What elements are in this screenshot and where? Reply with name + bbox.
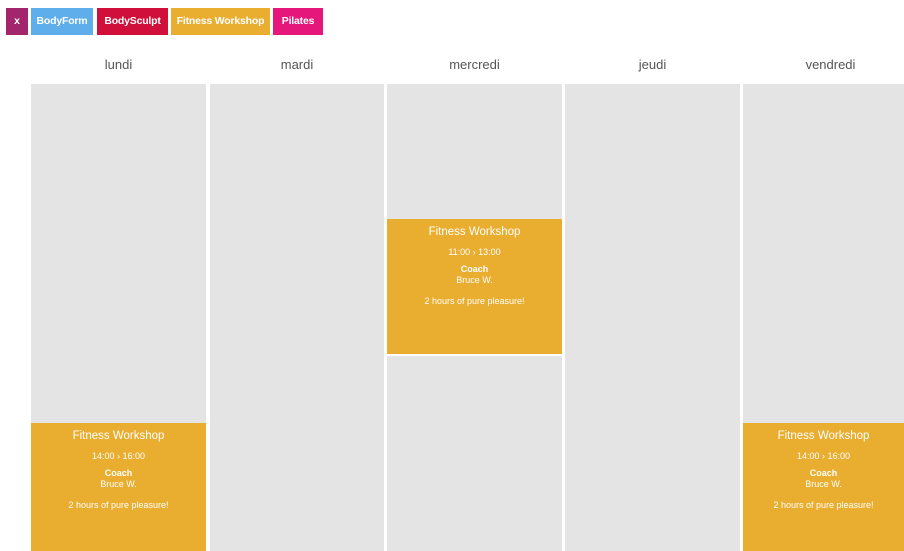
event-card[interactable]: Fitness Workshop 14:00 › 16:00 Coach Bru… xyxy=(31,423,206,551)
day-header-mercredi: mercredi xyxy=(449,57,500,72)
clear-filter-button[interactable]: x xyxy=(6,8,28,35)
day-column-mercredi: Fitness Workshop 11:00 › 13:00 Coach Bru… xyxy=(387,84,562,551)
event-description: 2 hours of pure pleasure! xyxy=(424,296,525,306)
day-header-vendredi: vendredi xyxy=(805,57,856,72)
event-title: Fitness Workshop xyxy=(777,430,870,442)
event-title: Fitness Workshop xyxy=(428,226,521,238)
day-column-mardi xyxy=(210,84,384,551)
day-header-mardi: mardi xyxy=(280,57,314,72)
event-coach-label: Coach xyxy=(809,468,838,478)
filter-pilates-button[interactable]: Pilates xyxy=(273,8,323,35)
filter-fitness-workshop-button[interactable]: Fitness Workshop xyxy=(171,8,270,35)
event-card[interactable]: Fitness Workshop 11:00 › 13:00 Coach Bru… xyxy=(387,219,562,354)
event-time: 14:00 › 16:00 xyxy=(91,451,146,461)
day-column-jeudi xyxy=(565,84,740,551)
filter-bodysculpt-button[interactable]: BodySculpt xyxy=(97,8,168,35)
event-card[interactable]: Fitness Workshop 14:00 › 16:00 Coach Bru… xyxy=(743,423,904,551)
event-description: 2 hours of pure pleasure! xyxy=(773,500,874,510)
day-header-lundi: lundi xyxy=(104,57,133,72)
event-coach-label: Coach xyxy=(104,468,133,478)
filter-bodyform-button[interactable]: BodyForm xyxy=(31,8,93,35)
day-header-jeudi: jeudi xyxy=(638,57,667,72)
day-column-vendredi: Fitness Workshop 14:00 › 16:00 Coach Bru… xyxy=(743,84,904,551)
event-title: Fitness Workshop xyxy=(72,430,165,442)
event-coach-name: Bruce W. xyxy=(456,275,493,285)
event-time: 14:00 › 16:00 xyxy=(796,451,851,461)
slot-divider xyxy=(387,354,562,356)
event-coach-name: Bruce W. xyxy=(805,479,842,489)
event-time: 11:00 › 13:00 xyxy=(448,247,501,257)
event-coach-name: Bruce W. xyxy=(100,479,137,489)
event-description: 2 hours of pure pleasure! xyxy=(68,500,169,510)
event-coach-label: Coach xyxy=(460,264,489,274)
day-column-lundi: Fitness Workshop 14:00 › 16:00 Coach Bru… xyxy=(31,84,206,551)
